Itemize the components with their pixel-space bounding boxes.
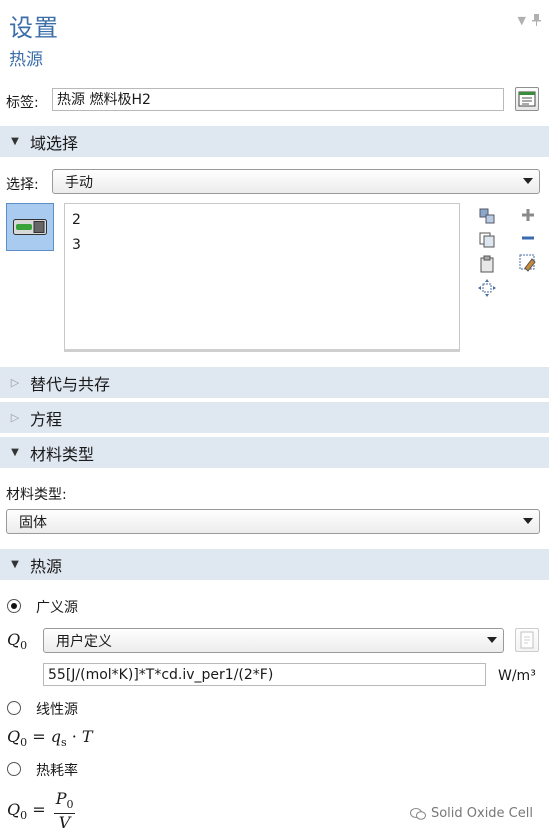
section-title: 材料类型 [30,444,95,464]
clear-selection-icon[interactable] [518,253,538,273]
settings-title: 设置 [9,14,59,42]
remove-icon[interactable] [518,228,538,248]
selection-dropdown[interactable]: 手动 [52,169,540,194]
label-input[interactable]: 热源 燃料极H2 [52,88,504,111]
linear-source-radio[interactable] [7,701,21,715]
document-icon [520,631,534,649]
material-type-value: 固体 [19,514,47,531]
chevron-down-icon [487,637,497,643]
linear-source-label: 线性源 [36,702,78,718]
list-item[interactable]: 3 [72,233,452,258]
material-type-caption: 材料类型: [6,487,67,503]
section-equation[interactable]: ▷ 方程 [0,402,549,433]
section-domain-selection[interactable]: ▼ 域选择 [0,126,549,157]
section-title: 域选择 [30,133,79,153]
collapse-icon: ▼ [11,559,19,570]
pin-icon[interactable] [532,14,541,29]
collapse-icon: ▼ [11,136,19,147]
active-toggle-button[interactable] [6,203,54,251]
section-material-type[interactable]: ▼ 材料类型 [0,437,549,468]
general-source-label: 广义源 [36,600,78,616]
section-title: 替代与共存 [30,374,111,394]
linear-source-formula: Q0 = qs · T [7,727,93,750]
chevron-down-icon [523,178,533,184]
dissipation-rate-formula: Q0 = P0 V [7,789,76,833]
domain-listbox[interactable]: 2 3 [64,203,460,352]
q0-dropdown[interactable]: 用户定义 [43,628,504,653]
label-action-button[interactable] [515,87,539,111]
list-item[interactable]: 2 [72,208,452,233]
section-override-contribution[interactable]: ▷ 替代与共存 [0,367,549,398]
section-heat-source[interactable]: ▼ 热源 [0,549,549,580]
q0-symbol: Q0 [7,630,28,653]
dissipation-rate-radio[interactable] [7,762,21,776]
wechat-icon [409,807,426,820]
section-title: 方程 [30,409,63,429]
note-icon [518,91,536,107]
collapse-icon: ▼ [11,447,19,458]
general-source-radio[interactable] [7,599,21,613]
section-title: 热源 [30,556,63,576]
q0-unit: W/m³ [498,668,536,684]
dropdown-menu-icon[interactable]: ▼ [518,14,526,29]
toggle-switch-icon [13,219,47,235]
add-icon[interactable] [518,205,538,225]
label-caption: 标签: [6,95,39,111]
q0-edit-button[interactable] [515,628,539,652]
q0-expression-input[interactable]: 55[J/(mol*K)]*T*cd.iv_per1/(2*F) [43,663,486,686]
clipboard-icon[interactable] [477,254,497,274]
selection-value: 手动 [65,174,93,191]
q0-option-value: 用户定义 [56,633,112,650]
selection-caption: 选择: [6,177,39,193]
copy-selection-icon[interactable] [477,230,497,250]
chevron-down-icon [523,518,533,524]
expand-icon: ▷ [10,411,20,424]
expand-icon: ▷ [10,376,20,389]
window-controls: ▼ [518,14,541,29]
watermark: Solid Oxide Cell [409,806,533,821]
node-subtitle: 热源 [9,50,43,70]
paste-selection-icon[interactable] [477,206,497,226]
dissipation-rate-label: 热耗率 [36,763,78,779]
material-type-dropdown[interactable]: 固体 [6,509,540,534]
zoom-to-selection-icon[interactable] [477,278,497,298]
